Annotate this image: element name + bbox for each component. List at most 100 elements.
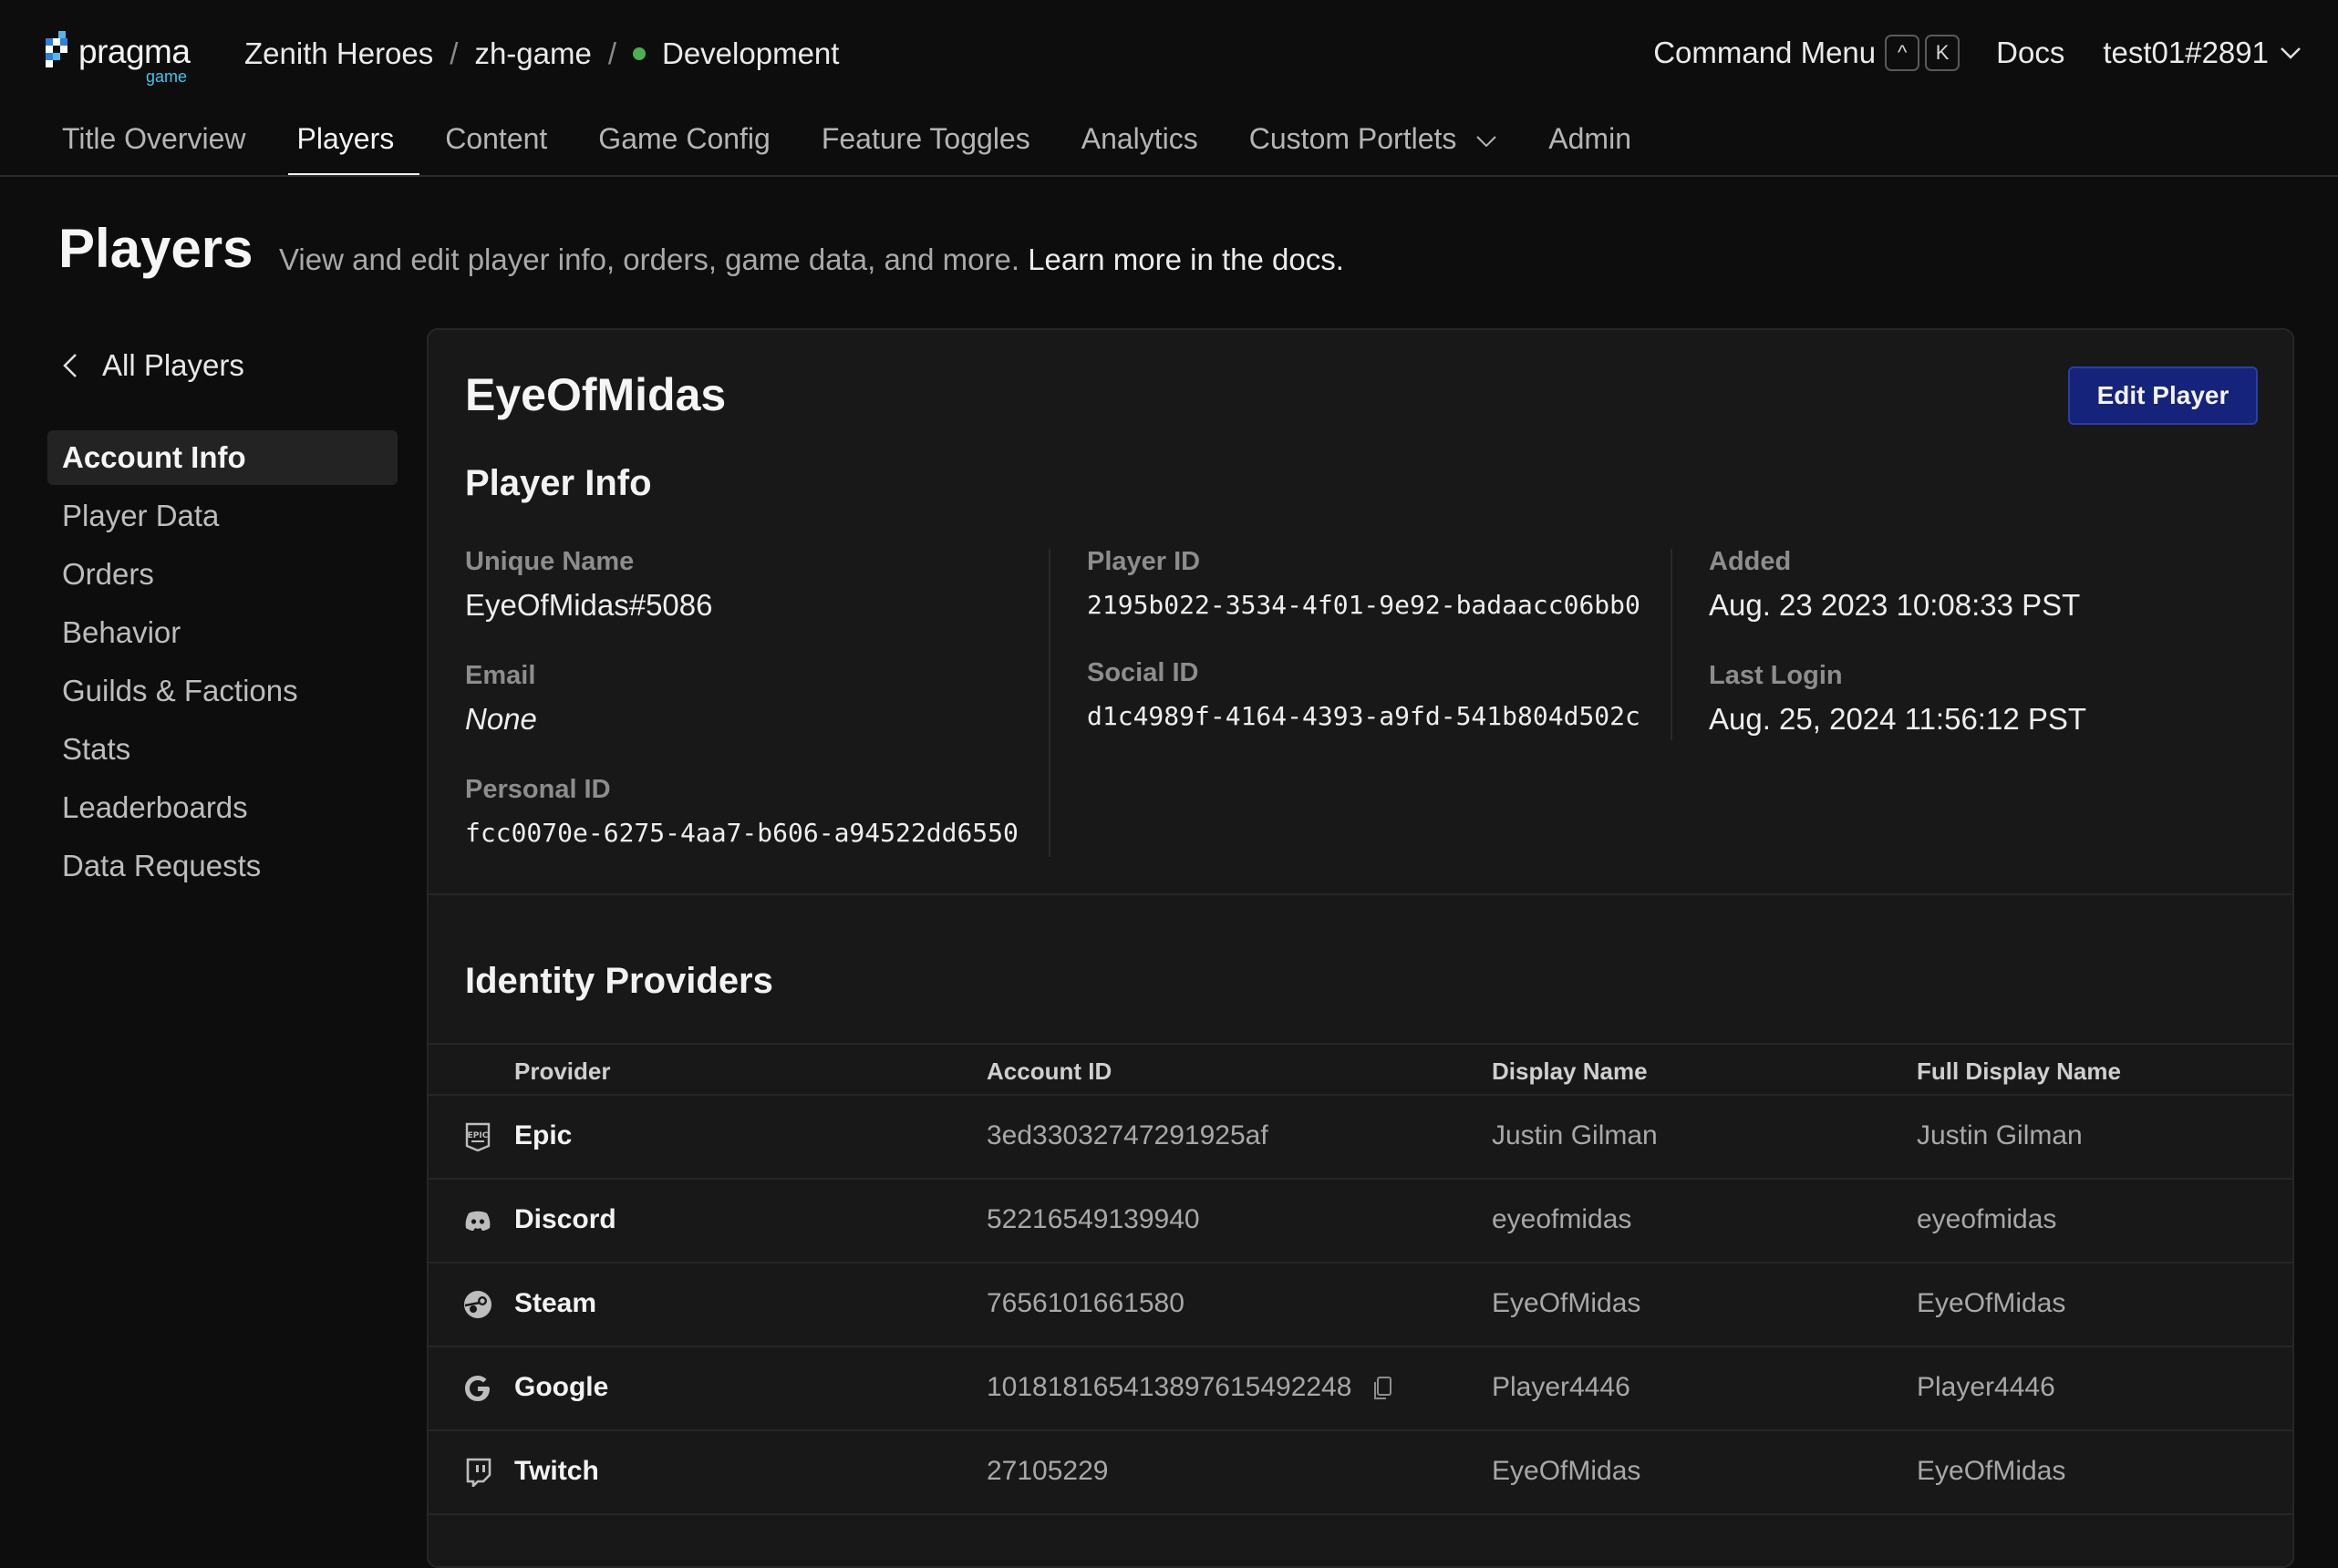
account-id: 3ed33032747291925af [987,1120,1268,1150]
section-divider [429,893,2292,895]
tab-admin[interactable]: Admin [1523,113,1657,177]
breadcrumb: Zenith Heroes / zh-game / Development [244,36,839,71]
sidebar-item-orders[interactable]: Orders [47,547,398,602]
docs-learn-more-link[interactable]: Learn more in the docs. [1028,242,1344,276]
discord-icon [465,1211,491,1231]
provider-name: Epic [514,1120,573,1150]
display-name: Player4446 [1492,1372,1630,1402]
breadcrumb-environment[interactable]: Development [662,36,839,71]
player-info-heading: Player Info [465,463,652,503]
command-menu-label: Command Menu [1653,36,1877,69]
back-label: All Players [102,348,244,382]
top-bar: pragma game Zenith Heroes / zh-game / De… [0,0,2338,113]
provider-name: Steam [514,1288,597,1318]
pragma-logo[interactable]: pragma game [46,27,201,88]
epic-icon: EPIC [465,1122,491,1151]
account-id: 52216549139940 [987,1204,1200,1234]
breadcrumb-separator: / [450,36,459,70]
account-id: 7656101661580 [987,1288,1185,1318]
sidebar-item-guilds-factions[interactable]: Guilds & Factions [47,664,398,718]
personal-id-label: Personal ID [465,775,611,804]
display-name: Justin Gilman [1492,1120,1658,1150]
column-header-display-name: Display Name [1492,1057,1648,1085]
page-subtitle: View and edit player info, orders, game … [279,242,1344,277]
full-display-name: EyeOfMidas [1917,1288,2066,1318]
steam-icon [464,1291,491,1318]
twitch-icon [466,1458,491,1487]
social-id-label: Social ID [1087,658,1199,687]
full-display-name: Player4446 [1917,1372,2055,1402]
edit-player-button[interactable]: Edit Player [2068,366,2258,425]
copy-icon[interactable] [1372,1376,1392,1401]
provider-name: Google [514,1372,609,1402]
email-value: None [465,702,537,736]
google-icon [465,1376,490,1401]
tab-feature-toggles[interactable]: Feature Toggles [796,113,1056,177]
info-column-2: Player ID 2195b022-3534-4f01-9e92-badaac… [1087,547,1640,731]
table-row[interactable]: EPIC Epic 3ed33032747291925af Justin Gil… [429,1096,2292,1180]
user-name: test01#2891 [2103,36,2269,69]
column-divider [1671,549,1672,740]
display-name: EyeOfMidas [1492,1288,1641,1318]
provider-name: Twitch [514,1456,599,1486]
table-row[interactable]: Google 101818165413897615492248 Player44… [429,1347,2292,1431]
added-value: Aug. 23 2023 10:08:33 PST [1709,588,2081,622]
tab-game-config[interactable]: Game Config [573,113,796,177]
pragma-logo-icon [46,31,67,67]
sidebar-item-behavior[interactable]: Behavior [47,605,398,660]
player-sidebar: Account Info Player Data Orders Behavior… [47,430,398,897]
sidebar-item-account-info[interactable]: Account Info [47,430,398,485]
logo-subtext: game [146,67,188,86]
docs-link[interactable]: Docs [1996,36,2064,70]
account-id: 101818165413897615492248 [987,1372,1392,1403]
logo-text: pragma [78,33,191,70]
sidebar-item-player-data[interactable]: Player Data [47,489,398,543]
main-nav-tabs: Title Overview Players Content Game Conf… [36,113,1657,177]
table-row[interactable]: Steam 7656101661580 EyeOfMidas EyeOfMida… [429,1264,2292,1347]
table-row[interactable]: Twitch 27105229 EyeOfMidas EyeOfMidas [429,1431,2292,1515]
full-display-name: eyeofmidas [1917,1204,2057,1234]
kbd-ctrl: ^ [1885,35,1920,71]
added-label: Added [1709,547,1792,576]
chevron-left-icon [63,354,77,377]
column-header-full-display-name: Full Display Name [1917,1057,2121,1085]
environment-status-dot [633,47,646,60]
tab-content[interactable]: Content [419,113,573,177]
user-menu[interactable]: test01#2891 [2103,36,2302,70]
unique-name-value: EyeOfMidas#5086 [465,588,713,622]
sidebar-item-leaderboards[interactable]: Leaderboards [47,780,398,835]
all-players-back-link[interactable]: All Players [62,348,244,383]
info-column-1: Unique Name EyeOfMidas#5086 Email None P… [465,547,1019,848]
display-name: EyeOfMidas [1492,1456,1641,1486]
tab-custom-portlets[interactable]: Custom Portlets [1224,113,1524,177]
sidebar-item-data-requests[interactable]: Data Requests [47,839,398,893]
chevron-down-icon [2281,47,2301,59]
tab-players[interactable]: Players [272,113,420,177]
info-column-3: Added Aug. 23 2023 10:08:33 PST Last Log… [1709,547,2086,737]
column-header-account-id: Account ID [987,1057,1112,1085]
display-name: eyeofmidas [1492,1204,1632,1234]
personal-id-value: fcc0070e-6275-4aa7-b606-a94522dd6550 [465,818,1019,848]
page-subtitle-text: View and edit player info, orders, game … [279,242,1020,276]
tab-analytics[interactable]: Analytics [1056,113,1224,177]
player-id-label: Player ID [1087,547,1201,576]
player-name-heading: EyeOfMidas [465,369,727,420]
table-row[interactable]: Discord 52216549139940 eyeofmidas eyeofm… [429,1180,2292,1264]
top-right-menu: Command Menu ^ K Docs test01#2891 [1653,35,2302,71]
sidebar-item-stats[interactable]: Stats [47,722,398,777]
provider-name: Discord [514,1204,616,1234]
column-divider [1049,549,1050,857]
unique-name-label: Unique Name [465,547,635,576]
command-menu-button[interactable]: Command Menu ^ K [1653,35,1960,71]
breadcrumb-title[interactable]: Zenith Heroes [244,36,433,71]
player-id-value: 2195b022-3534-4f01-9e92-badaacc06bb0 [1087,590,1640,620]
player-card: EyeOfMidas Edit Player Player Info Uniqu… [427,328,2294,1568]
full-display-name: EyeOfMidas [1917,1456,2066,1486]
last-login-value: Aug. 25, 2024 11:56:12 PST [1709,702,2087,736]
nav-divider [0,175,2338,177]
identity-providers-table: Provider Account ID Display Name Full Di… [429,1043,2292,1515]
tab-title-overview[interactable]: Title Overview [36,113,272,177]
account-id: 27105229 [987,1456,1109,1486]
breadcrumb-game[interactable]: zh-game [474,36,591,71]
full-display-name: Justin Gilman [1917,1120,2083,1150]
